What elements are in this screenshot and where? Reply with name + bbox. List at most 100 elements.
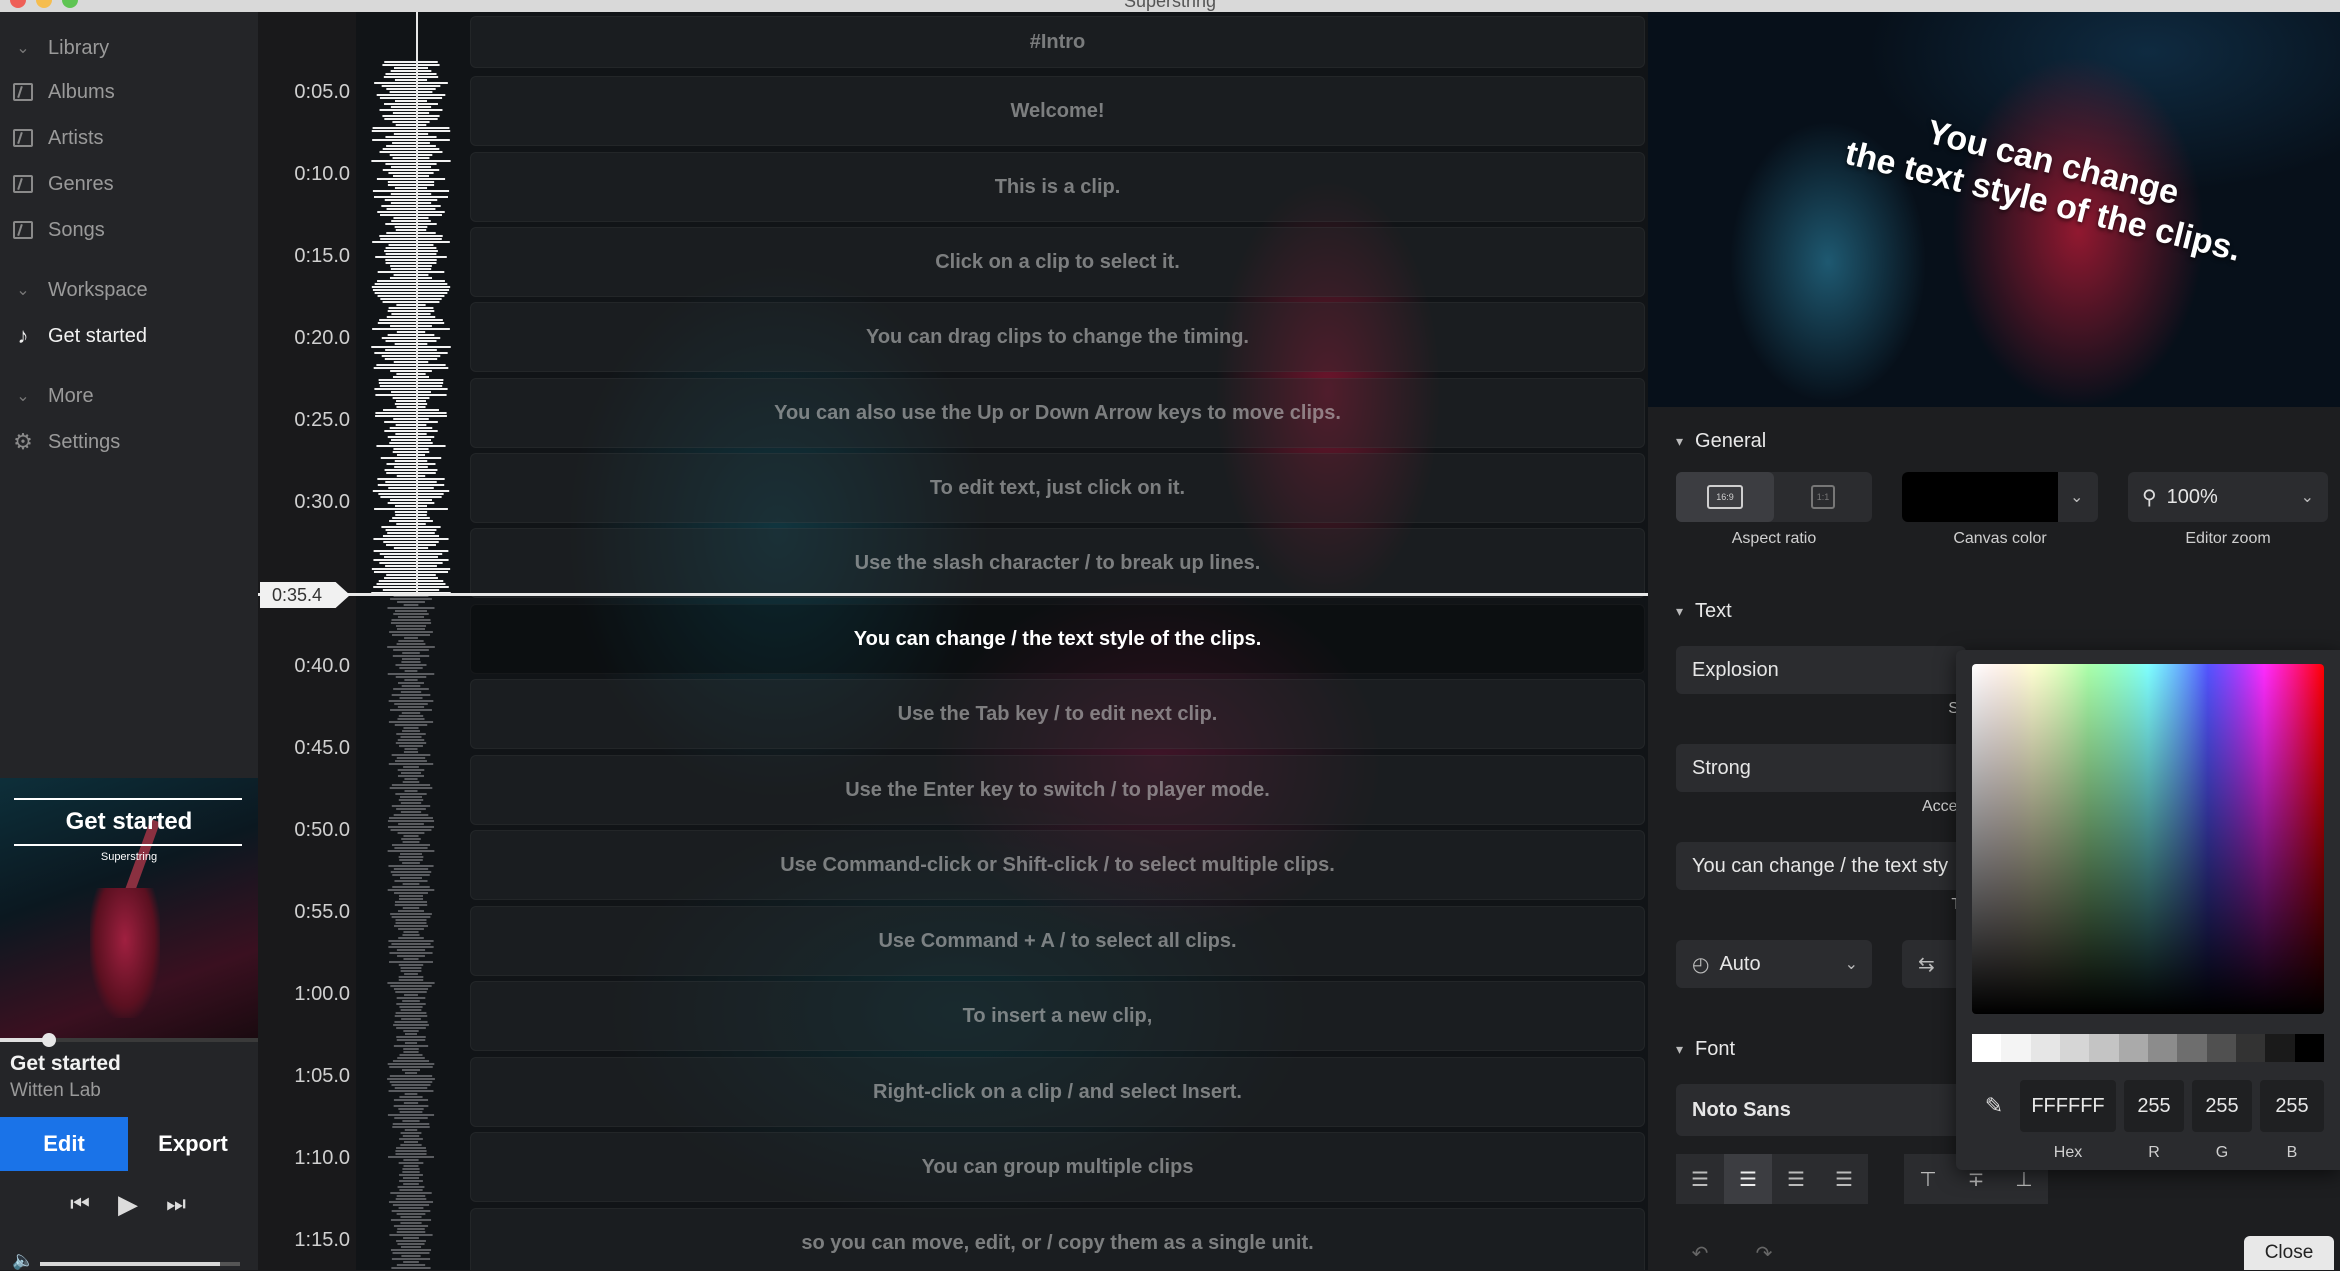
volume-slider[interactable] xyxy=(40,1262,240,1266)
blue-input[interactable]: 255 xyxy=(2260,1080,2324,1132)
timer-icon: ◴ xyxy=(1692,953,1710,976)
music-note-icon: ♪ xyxy=(17,323,29,348)
redo-icon: ↷ xyxy=(1755,1242,1773,1265)
color-swatch[interactable] xyxy=(2030,1034,2060,1062)
sidebar-item-songs[interactable]: Songs xyxy=(0,210,258,250)
next-track-button[interactable]: ⏭ xyxy=(156,1186,196,1222)
clip-item[interactable]: To insert a new clip, xyxy=(470,981,1645,1051)
color-swatch[interactable] xyxy=(2001,1034,2031,1062)
canvas-color-picker[interactable]: ⌄ xyxy=(1902,472,2098,522)
valign-top-button[interactable]: ⊤ xyxy=(1904,1154,1952,1204)
edit-mode-button[interactable]: Edit xyxy=(0,1117,128,1171)
editor-zoom-value: 100% xyxy=(2166,485,2218,508)
font-family-select[interactable]: Noto Sans xyxy=(1676,1084,1966,1136)
clip-item[interactable]: so you can move, edit, or / copy them as… xyxy=(470,1208,1645,1270)
aspect-ratio-control[interactable]: 16:9 1:1 xyxy=(1676,472,1872,522)
time-tick: 0:50.0 xyxy=(294,819,350,841)
red-input[interactable]: 255 xyxy=(2124,1080,2184,1132)
section-title: General xyxy=(1695,430,1767,452)
clip-item[interactable]: Use the Tab key / to edit next clip. xyxy=(470,679,1645,749)
playback-progress-knob[interactable] xyxy=(42,1033,57,1047)
color-swatch[interactable] xyxy=(2265,1034,2295,1062)
playback-progress-slider[interactable] xyxy=(0,1033,258,1047)
undo-button[interactable]: ↶ xyxy=(1676,1236,1724,1270)
green-label: G xyxy=(2215,1144,2229,1161)
clip-item[interactable]: Right-click on a clip / and select Inser… xyxy=(470,1057,1645,1127)
sidebar-item-genres[interactable]: Genres xyxy=(0,164,258,204)
color-swatch[interactable] xyxy=(2089,1034,2119,1062)
aspect-1-1-button[interactable]: 1:1 xyxy=(1774,472,1872,522)
color-swatch[interactable] xyxy=(1972,1034,2002,1062)
editor-zoom-select[interactable]: ⚲ 100% ⌄ xyxy=(2128,472,2328,522)
audio-waveform[interactable] xyxy=(368,12,454,1270)
clip-item[interactable]: Use the Enter key to switch / to player … xyxy=(470,755,1645,825)
color-swatch[interactable] xyxy=(2147,1034,2178,1062)
sidebar-item-albums[interactable]: Albums xyxy=(0,72,258,112)
canvas-color-swatch[interactable] xyxy=(1902,472,2058,522)
sidebar-section-workspace[interactable]: ⌄ Workspace xyxy=(0,270,258,310)
align-center-button[interactable]: ☰ xyxy=(1724,1154,1772,1204)
color-swatch[interactable] xyxy=(2294,1034,2324,1062)
sidebar-item-artists[interactable]: Artists xyxy=(0,118,258,158)
color-swatch[interactable] xyxy=(2118,1034,2148,1062)
playhead-vertical-line xyxy=(416,12,418,593)
aspect-16-9-button[interactable]: 16:9 xyxy=(1676,472,1774,522)
video-preview[interactable]: You can change the text style of the cli… xyxy=(1648,12,2340,407)
time-tick: 0:25.0 xyxy=(294,409,350,431)
green-input[interactable]: 255 xyxy=(2192,1080,2252,1132)
close-button[interactable]: Close xyxy=(2244,1236,2334,1270)
auto-select[interactable]: ◴ Auto ⌄ xyxy=(1676,940,1872,988)
playhead-line[interactable] xyxy=(258,593,1648,596)
artist-icon xyxy=(12,127,34,149)
clip-item[interactable]: To edit text, just click on it. xyxy=(470,453,1645,523)
volume-icon: 🔈 xyxy=(12,1250,35,1270)
now-playing-artwork[interactable]: Get started Superstring xyxy=(0,778,258,1038)
color-swatch[interactable] xyxy=(2235,1034,2266,1062)
align-justify-button[interactable]: ☰ xyxy=(1820,1154,1868,1204)
sidebar-section-library[interactable]: ⌄ Library xyxy=(0,28,258,68)
link-select[interactable]: ⇆ xyxy=(1902,940,1962,988)
sidebar-section-more[interactable]: ⌄ More xyxy=(0,376,258,416)
sidebar-item-get-started[interactable]: ♪ Get started xyxy=(0,316,258,356)
clip-text-input[interactable]: You can change / the text sty xyxy=(1676,842,1966,890)
color-swatch[interactable] xyxy=(2206,1034,2236,1062)
clip-item[interactable]: #Intro xyxy=(470,16,1645,68)
color-swatch[interactable] xyxy=(2059,1034,2090,1062)
play-button[interactable]: ▶ xyxy=(108,1186,148,1222)
clip-item[interactable]: This is a clip. xyxy=(470,152,1645,222)
previous-track-button[interactable]: ⏮ xyxy=(60,1186,100,1222)
eyedropper-button[interactable]: ✎ xyxy=(1972,1080,2016,1132)
eyedropper-icon: ✎ xyxy=(1984,1093,2004,1118)
clip-item[interactable]: Welcome! xyxy=(470,76,1645,146)
sidebar-item-label: Get started xyxy=(48,324,147,347)
clip-item[interactable]: Click on a clip to select it. xyxy=(470,227,1645,297)
clip-item-selected[interactable]: You can change / the text style of the c… xyxy=(470,604,1645,674)
clip-item[interactable]: You can group multiple clips xyxy=(470,1132,1645,1202)
export-mode-button[interactable]: Export xyxy=(128,1117,258,1171)
general-section-header[interactable]: ▾ General xyxy=(1676,430,1766,453)
text-section-header[interactable]: ▾ Text xyxy=(1676,600,1732,623)
section-title: Font xyxy=(1695,1038,1736,1060)
font-section-header[interactable]: ▾ Font xyxy=(1676,1038,1735,1061)
hex-input[interactable]: FFFFFF xyxy=(2020,1080,2116,1132)
color-swatch[interactable] xyxy=(2177,1034,2207,1062)
sidebar-item-label: Settings xyxy=(48,430,121,453)
clip-item[interactable]: You can drag clips to change the timing. xyxy=(470,302,1645,372)
align-left-button[interactable]: ☰ xyxy=(1676,1154,1724,1204)
color-spectrum-field[interactable] xyxy=(1972,664,2324,1014)
text-style-select[interactable]: Explosion xyxy=(1676,646,1966,694)
clip-item[interactable]: You can also use the Up or Down Arrow ke… xyxy=(470,378,1645,448)
redo-button[interactable]: ↷ xyxy=(1740,1236,1788,1270)
acceleration-select[interactable]: Strong xyxy=(1676,744,1966,792)
playhead-time[interactable]: 0:35.4 xyxy=(260,582,350,608)
time-ruler[interactable]: 0:05.0 0:10.0 0:15.0 0:20.0 0:25.0 0:30.… xyxy=(258,12,356,1270)
sidebar-item-label: Artists xyxy=(48,126,104,149)
sidebar-section-label: Library xyxy=(48,36,110,59)
clip-item[interactable]: Use Command + A / to select all clips. xyxy=(470,906,1645,976)
clip-item[interactable]: Use Command-click or Shift-click / to se… xyxy=(470,830,1645,900)
chevron-down-icon: ⌄ xyxy=(2300,489,2314,506)
align-right-button[interactable]: ☰ xyxy=(1772,1154,1820,1204)
timeline[interactable]: 0:05.0 0:10.0 0:15.0 0:20.0 0:25.0 0:30.… xyxy=(258,12,1648,1270)
sidebar-item-settings[interactable]: ⚙ Settings xyxy=(0,422,258,462)
clip-item[interactable]: Use the slash character / to break up li… xyxy=(470,528,1645,598)
